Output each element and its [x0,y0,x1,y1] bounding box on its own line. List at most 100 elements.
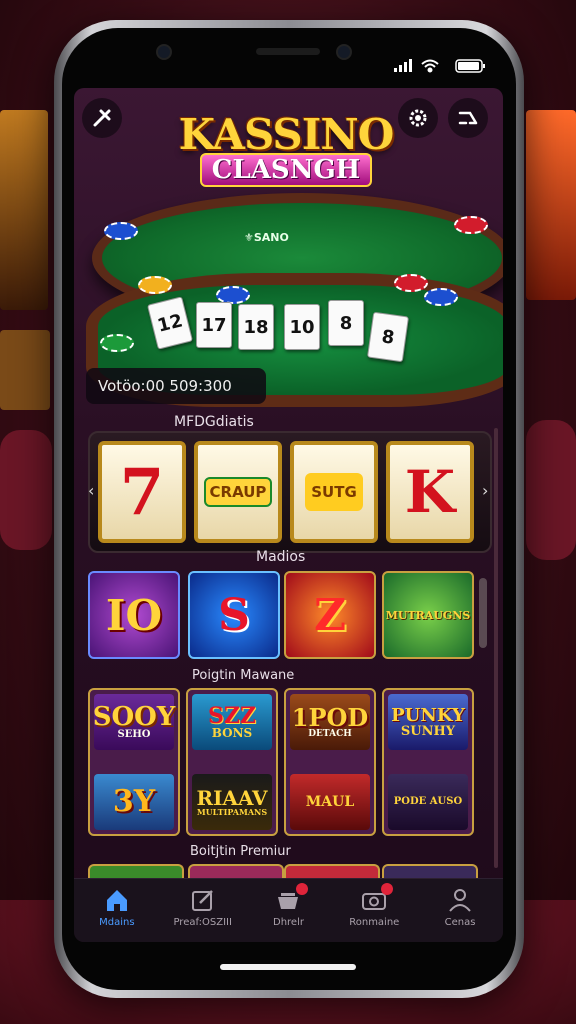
battery-icon [455,59,485,73]
bg-slot-machine-right [526,110,576,300]
game-card-art: 1POD DETACH [290,694,370,750]
home-icon [106,890,127,911]
game-card-subtitle: DETACH [308,728,352,739]
game-card-subtitle: SUNHY [400,723,456,739]
logo-subtitle: CLASNGH [199,153,373,187]
chip [454,216,488,234]
reel-symbol: CRAUP [203,477,273,507]
slot-reel: 7 [98,441,186,543]
game-card-subtitle: MULTIPAMANS [196,807,268,817]
featured-slot-machine[interactable]: ‹ 7 CRAUP SUTG K › [88,431,492,553]
playing-card: 8 [366,311,410,363]
reel-symbol: SUTG [305,473,363,511]
chevron-right-icon[interactable]: › [482,481,488,500]
chip [424,288,458,306]
game-card[interactable]: PUNKY SUNHY PODE AUSO [382,688,474,836]
playing-card: 8 [328,300,364,346]
chip [104,222,138,240]
reel-symbol: 7 [119,454,165,530]
slot-reel: SUTG [290,441,378,543]
game-card-title: SOOY [92,702,176,732]
tab-label: Preaf:OSZIII [173,917,232,928]
row-scrollbar[interactable] [479,578,487,648]
slot-reel: K [386,441,474,543]
section-title-popular: Poigtin Mawane [192,668,295,683]
shuffle-button[interactable] [448,98,488,138]
tab-label: Cenas [444,917,476,928]
tab-label: Ronmaine [349,917,400,928]
section-title-premium: Boitjtin Premiur [190,844,291,859]
game-card[interactable]: 1POD DETACH MAUL [284,688,376,836]
bg-slot-machine-left-2 [0,330,50,410]
game-card-art: RIAAV MULTIPAMANS [192,774,272,830]
game-card-title: PUNKY [391,704,465,726]
game-tile-title: IO [105,590,163,640]
signal-icon [394,59,412,72]
section-title-more: Madios [256,549,306,565]
playing-card: 17 [196,302,232,348]
tab-profile[interactable]: Cenas [417,879,503,942]
table-felt-label: ⚜SANO [244,231,289,244]
playing-card: 18 [238,304,274,350]
game-tile[interactable]: IO [88,571,180,659]
game-card-title: 1POD [291,702,369,732]
chip [100,334,134,352]
section-title-featured: MFDGdiatis [174,414,254,430]
game-card-art: PUNKY SUNHY [388,694,468,750]
game-card-title: MAUL [305,794,355,810]
game-tile[interactable]: S [188,571,280,659]
balance-display: Votöo:00 509:300 [86,368,266,404]
game-card[interactable]: SOOY SEHO 3Y [88,688,180,836]
wifi-icon [421,59,439,73]
game-card-art: 3Y [94,774,174,830]
chip [138,276,172,294]
tools-button[interactable] [82,98,122,138]
game-tile[interactable]: Z [284,571,376,659]
status-icons [394,59,485,73]
game-card-subtitle: BONS [211,726,253,740]
game-tile-title: S [218,589,250,641]
game-tile-title: Z [313,589,347,641]
game-card-title: SZZ [207,703,256,729]
bg-chair-left [0,430,52,550]
tab-home[interactable]: Mdains [74,879,160,942]
settings-button[interactable] [398,98,438,138]
shuffle-icon [458,111,478,125]
chip [394,274,428,292]
tab-label: Dhrelr [273,917,304,928]
notification-badge [295,883,308,895]
chevron-left-icon[interactable]: ‹ [88,481,94,500]
slot-reel: CRAUP [194,441,282,543]
tab-camera[interactable]: Ronmaine [331,879,417,942]
front-camera [156,44,172,60]
gear-icon [409,109,427,127]
bg-slot-machine-left [0,110,48,310]
vertical-scrollbar[interactable] [494,428,498,868]
reel-symbol: K [404,458,456,526]
game-card-title: PODE AUSO [393,796,463,807]
game-tile[interactable]: MUTRAUGNS [382,571,474,659]
game-card-art: MAUL [290,774,370,830]
face-sensor [336,44,352,60]
playing-card: 10 [284,304,320,350]
game-card[interactable]: SZZ BONS RIAAV MULTIPAMANS [186,688,278,836]
tab-label: Mdains [99,917,135,928]
tab-basket[interactable]: Dhrelr [246,879,332,942]
tab-edit[interactable]: Preaf:OSZIII [160,879,246,942]
game-card-art: SOOY SEHO [92,694,176,750]
user-icon [449,889,471,912]
home-indicator[interactable] [220,964,356,970]
game-card-subtitle: SEHO [117,729,151,740]
game-tile-title: MUTRAUGNS [385,608,471,622]
game-card-art: PODE AUSO [388,774,468,830]
casino-logo: KASSINO CLASNGH [166,110,406,187]
game-card-title: RIAAV [196,786,268,810]
logo-title: KASSINO [178,110,395,159]
status-bar [390,56,490,76]
bottom-tab-bar: Mdains Preaf:OSZIII Dhrelr Ronmaine Cena… [74,878,503,942]
game-card-art: SZZ BONS [192,694,272,750]
phone-speaker [256,48,320,55]
tools-icon [93,109,111,127]
game-card-title: 3Y [112,784,156,819]
notification-badge [381,883,394,895]
